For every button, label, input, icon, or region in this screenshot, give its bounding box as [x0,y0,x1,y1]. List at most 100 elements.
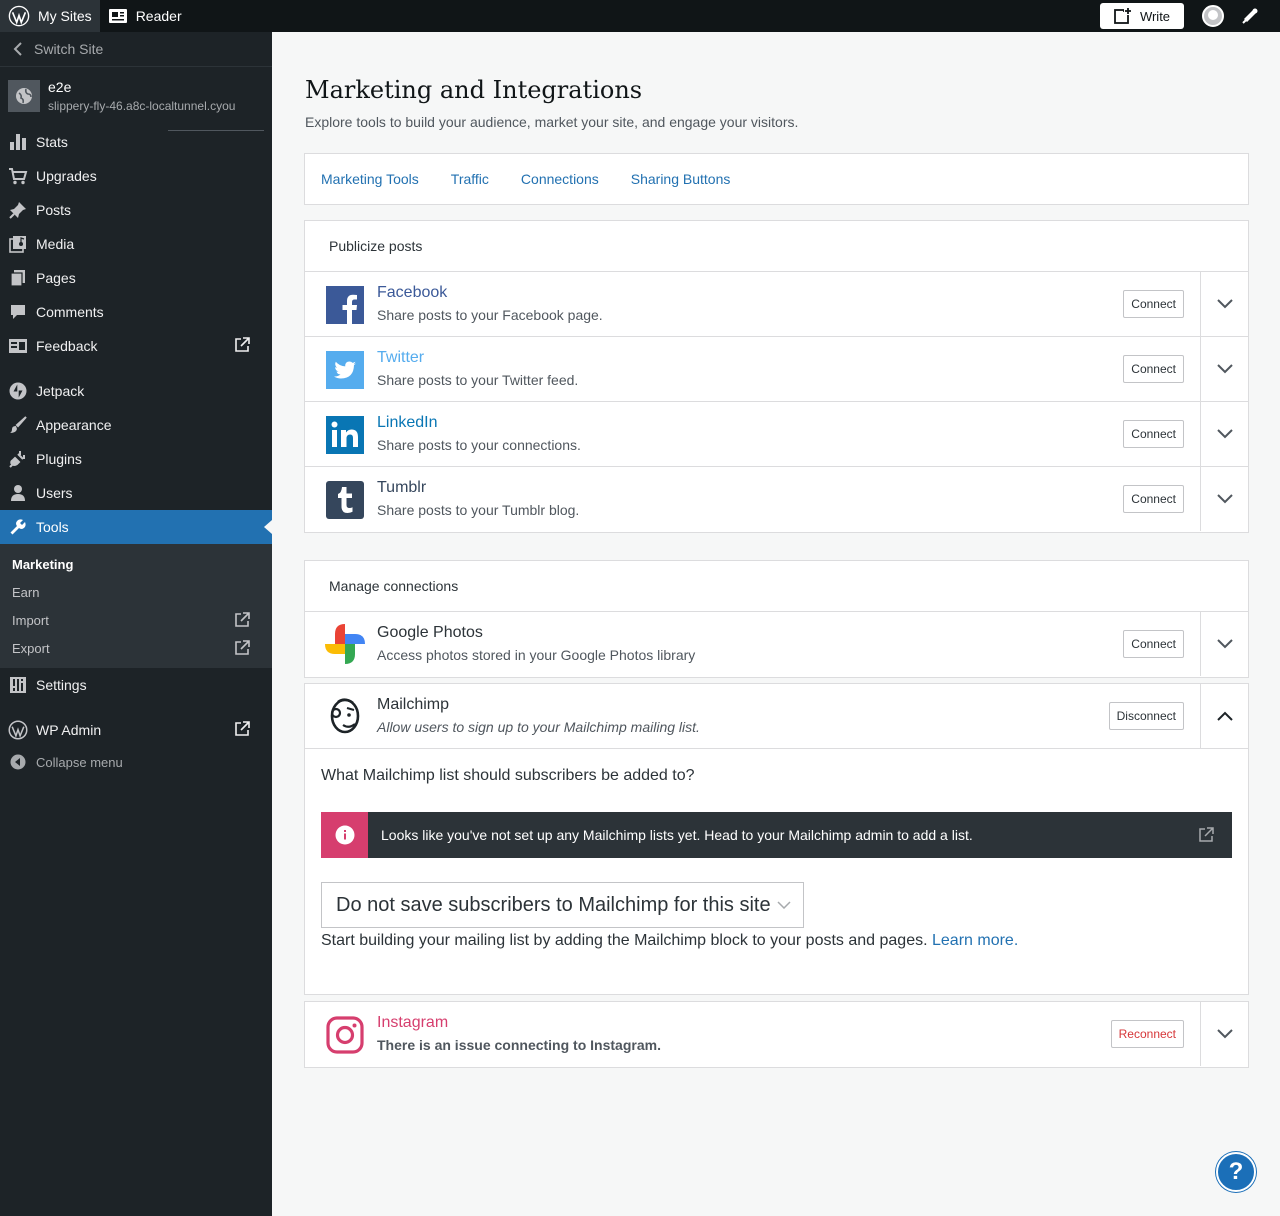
notifications-bell-icon[interactable] [1240,6,1260,26]
sidebar-item-tools[interactable]: Tools [0,510,272,544]
reader-label: Reader [135,8,182,24]
service-linkedin[interactable]: LinkedIn Share posts to your connections… [305,402,1248,467]
sidebar-item-appearance[interactable]: Appearance [0,408,272,442]
feedback-icon [8,336,28,356]
sidebar-item-plugins[interactable]: Plugins [0,442,272,476]
select-value: Do not save subscribers to Mailchimp for… [336,893,771,916]
sidebar-item-pages[interactable]: Pages [0,261,272,295]
collapse-menu-button[interactable]: Collapse menu [0,747,272,777]
submenu-item-export[interactable]: Export [0,634,272,662]
mailchimp-card: Mailchimp Allow users to sign up to your… [304,683,1249,995]
notice-text: Looks like you've not set up any Mailchi… [381,827,973,843]
disconnect-button[interactable]: Disconnect [1108,702,1184,730]
manage-connections-card: Manage connections Google Photos Access … [304,560,1249,678]
sidebar-item-settings[interactable]: Settings [0,668,272,702]
submenu-item-marketing[interactable]: Marketing [0,550,272,578]
chevron-down-icon [1216,364,1233,374]
expand-toggle[interactable] [1200,337,1248,401]
comment-icon [8,302,28,322]
service-mailchimp[interactable]: Mailchimp Allow users to sign up to your… [305,684,1248,749]
service-name: Tumblr [377,479,427,496]
help-button[interactable]: ? [1216,1152,1256,1192]
sidebar-item-posts[interactable]: Posts [0,193,272,227]
service-name: Facebook [377,284,448,301]
chevron-down-icon [1216,429,1233,439]
sidebar-item-label: Feedback [36,338,98,354]
reader-icon [108,7,136,25]
service-tumblr[interactable]: Tumblr Share posts to your Tumblr blog. … [305,467,1248,532]
switch-site-label: Switch Site [34,41,104,57]
submenu-item-import[interactable]: Import [0,606,272,634]
masterbar: My Sites Reader Write [0,0,1280,32]
connect-button[interactable]: Connect [1123,355,1184,383]
wordpress-logo-icon [8,5,38,27]
sidebar-item-feedback[interactable]: Feedback [0,329,272,363]
wrench-icon [8,517,28,537]
sidebar-item-users[interactable]: Users [0,476,272,510]
pin-icon [8,200,28,220]
write-button[interactable]: Write [1100,3,1184,29]
sidebar-item-label: Comments [36,304,104,320]
chevron-up-icon [1216,711,1233,721]
service-name: Instagram [377,1014,449,1031]
service-name: Google Photos [377,624,483,641]
service-name: Mailchimp [377,696,450,713]
google-photos-icon [321,620,369,668]
reconnect-button[interactable]: Reconnect [1110,1020,1184,1048]
submenu-item-label: Export [12,640,50,656]
expand-toggle[interactable] [1200,1002,1248,1066]
sidebar-item-upgrades[interactable]: Upgrades [0,159,272,193]
collapse-toggle[interactable] [1200,684,1248,748]
wordpress-icon [8,720,28,740]
service-google-photos[interactable]: Google Photos Access photos stored in yo… [305,612,1248,677]
help-text: Start building your mailing list by addi… [321,932,928,949]
sidebar-item-stats[interactable]: Stats [0,125,272,159]
service-instagram[interactable]: Instagram There is an issue connecting t… [305,1002,1248,1067]
external-link-icon[interactable] [1198,827,1214,843]
pages-icon [8,268,28,288]
connect-button[interactable]: Connect [1123,630,1184,658]
globe-icon [8,80,40,112]
tab-sharing-buttons[interactable]: Sharing Buttons [631,171,731,187]
connect-button[interactable]: Connect [1123,485,1184,513]
service-description: Share posts to your Tumblr blog. [377,502,580,518]
sidebar-item-media[interactable]: Media [0,227,272,261]
mailchimp-list-select[interactable]: Do not save subscribers to Mailchimp for… [321,882,804,928]
linkedin-icon [326,416,364,454]
current-site-card[interactable]: e2e slippery-fly-46.a8c-localtunnel.cyou [0,67,272,131]
service-twitter[interactable]: Twitter Share posts to your Twitter feed… [305,337,1248,402]
instagram-icon [326,1016,364,1054]
service-description: There is an issue connecting to Instagra… [377,1037,661,1053]
submenu-item-label: Marketing [12,556,74,572]
expand-toggle[interactable] [1200,272,1248,336]
tab-traffic[interactable]: Traffic [451,171,489,187]
manage-connections-header: Manage connections [305,561,1248,612]
sidebar-item-wp-admin[interactable]: WP Admin [0,713,272,747]
avatar[interactable] [1202,5,1224,27]
external-link-icon [234,640,250,656]
instagram-card: Instagram There is an issue connecting t… [304,1001,1249,1068]
sidebar-item-comments[interactable]: Comments [0,295,272,329]
service-facebook[interactable]: Facebook Share posts to your Facebook pa… [305,272,1248,337]
mailchimp-help-text: Start building your mailing list by addi… [321,932,1232,950]
expand-toggle[interactable] [1200,467,1248,531]
chevron-down-icon [1216,639,1233,649]
reader-button[interactable]: Reader [100,0,190,32]
site-name: e2e [48,79,72,95]
learn-more-link[interactable]: Learn more. [932,932,1018,949]
tumblr-icon [326,481,364,519]
submenu-item-earn[interactable]: Earn [0,578,272,606]
brush-icon [8,415,28,435]
my-sites-button[interactable]: My Sites [0,0,100,32]
sidebar-item-label: Upgrades [36,168,97,184]
connect-button[interactable]: Connect [1123,420,1184,448]
expand-toggle[interactable] [1200,402,1248,466]
tools-submenu: Marketing Earn Import Export [0,544,272,668]
sidebar: Switch Site e2e slippery-fly-46.a8c-loca… [0,32,272,1216]
expand-toggle[interactable] [1200,612,1248,676]
sidebar-item-jetpack[interactable]: Jetpack [0,374,272,408]
tab-marketing-tools[interactable]: Marketing Tools [321,171,419,187]
connect-button[interactable]: Connect [1123,290,1184,318]
tab-connections[interactable]: Connections [521,171,599,187]
switch-site-button[interactable]: Switch Site [0,32,272,67]
